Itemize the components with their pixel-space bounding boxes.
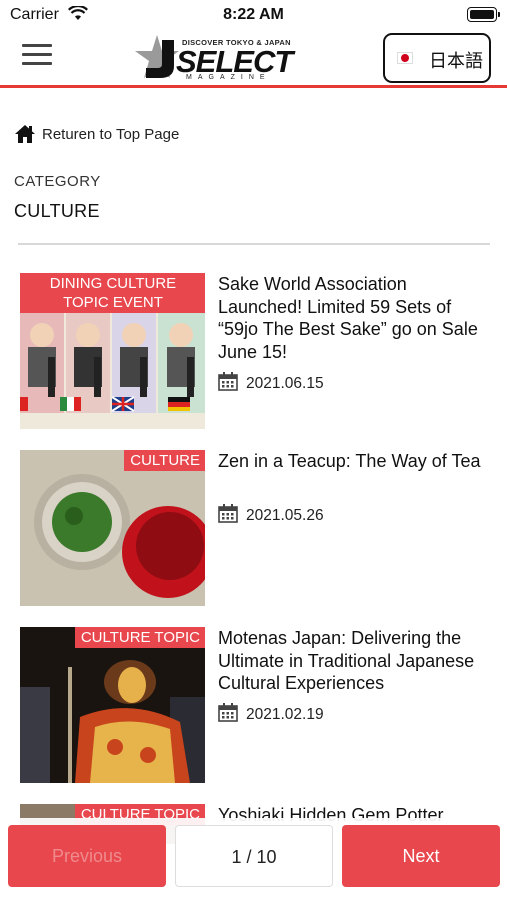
calendar-icon	[218, 504, 238, 523]
logo-subtext: MAGAZINE	[186, 74, 271, 81]
next-page-button[interactable]: Next	[342, 825, 500, 887]
article-category-tag: CULTURE TOPIC	[74, 627, 205, 648]
divider	[18, 243, 490, 245]
article-date-text: 2021.02.19	[246, 706, 324, 723]
article-date: 2021.06.15	[218, 372, 324, 393]
article-title[interactable]: Motenas Japan: Delivering the Ultimate i…	[218, 627, 493, 695]
article-card[interactable]: DINING CULTURE TOPIC EVENT Sake World As…	[20, 273, 495, 431]
previous-page-button[interactable]: Previous	[8, 825, 166, 887]
article-date: 2021.02.19	[218, 703, 324, 724]
tag-line: TOPIC EVENT	[63, 294, 163, 311]
article-card[interactable]: CULTURE TOPIC Motenas Japan: Delivering …	[20, 627, 495, 785]
return-to-top-label: Returen to Top Page	[42, 126, 180, 143]
article-thumbnail: CULTURE	[20, 450, 205, 606]
language-switch-button[interactable]: 日本語	[383, 33, 491, 83]
page-indicator: 1 / 10	[175, 825, 333, 887]
article-category-tag: DINING CULTURE TOPIC EVENT	[20, 273, 205, 313]
matcha-teacup-photo	[20, 450, 205, 606]
home-icon	[15, 125, 35, 143]
article-title[interactable]: Zen in a Teacup: The Way of Tea	[218, 450, 493, 473]
battery-icon	[467, 7, 500, 22]
calendar-icon	[218, 372, 238, 391]
hamburger-menu-button[interactable]	[22, 44, 52, 68]
jselect-logo[interactable]: DISCOVER TOKYO & JAPAN SELECT MAGAZINE	[130, 34, 320, 84]
japan-flag-icon	[397, 52, 413, 64]
article-category-tag: CULTURE	[124, 450, 205, 471]
calendar-icon	[218, 703, 238, 722]
category-name: CULTURE	[14, 201, 100, 221]
article-date: 2021.05.26	[218, 504, 324, 525]
tag-line: DINING CULTURE	[49, 275, 177, 292]
article-date-text: 2021.06.15	[246, 375, 324, 392]
logo-star-j-icon	[135, 35, 179, 78]
category-heading: CATEGORY	[14, 173, 101, 190]
article-thumbnail: DINING CULTURE TOPIC EVENT	[20, 273, 205, 429]
article-thumbnail: CULTURE TOPIC	[20, 627, 205, 783]
article-title[interactable]: Sake World Association Launched! Limited…	[218, 273, 493, 363]
pagination-bar: Previous 1 / 10 Next	[0, 818, 507, 900]
article-card[interactable]: CULTURE Zen in a Teacup: The Way of Tea …	[20, 450, 495, 608]
article-date-text: 2021.05.26	[246, 507, 324, 524]
status-bar: Carrier 8:22 AM	[0, 0, 507, 30]
app-header: DISCOVER TOKYO & JAPAN SELECT MAGAZINE 日…	[0, 30, 507, 88]
language-label: 日本語	[429, 51, 483, 72]
noh-performer-photo	[20, 627, 205, 783]
clock: 8:22 AM	[223, 6, 284, 23]
